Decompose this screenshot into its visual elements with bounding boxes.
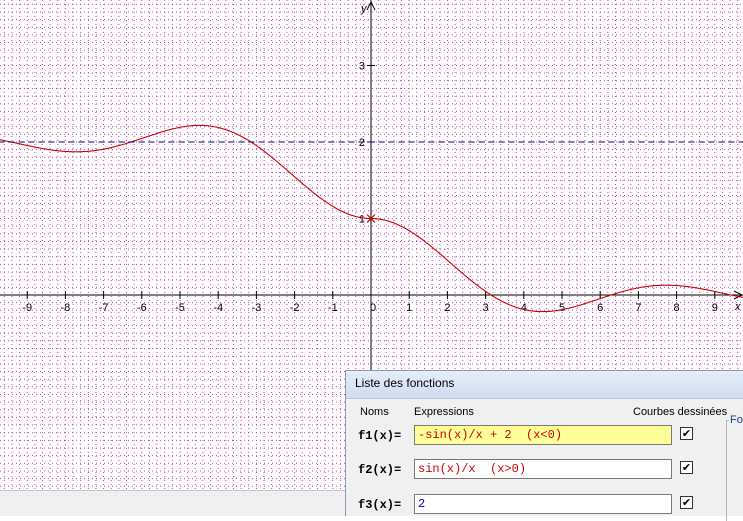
y-tick-label: 1 bbox=[359, 214, 365, 226]
x-tick-label: -2 bbox=[290, 302, 300, 314]
y-axis-label: y bbox=[360, 3, 368, 15]
x-tick-label: -7 bbox=[99, 302, 109, 314]
drawn-checkbox-f3[interactable]: ✔ bbox=[680, 496, 693, 509]
x-tick-label: -1 bbox=[328, 302, 338, 314]
column-header-names: Noms bbox=[360, 406, 389, 418]
column-header-drawn: Courbes dessinées bbox=[633, 406, 728, 418]
x-tick-label: 8 bbox=[674, 302, 680, 314]
window-title: Liste des fonctions bbox=[355, 376, 455, 390]
y-tick-label: 2 bbox=[359, 137, 365, 149]
curve-f1 bbox=[0, 124, 371, 220]
curve-f2 bbox=[371, 217, 743, 313]
window-title-bar[interactable]: Liste des fonctions bbox=[346, 371, 743, 399]
status-bar bbox=[0, 490, 345, 516]
x-tick-label: -5 bbox=[175, 302, 185, 314]
function-name-f3: f3(x)= bbox=[358, 498, 402, 512]
expression-input-f2[interactable]: sin(x)/x (x>0) bbox=[414, 459, 672, 479]
x-tick-label: 7 bbox=[635, 302, 641, 314]
column-header-expressions: Expressions bbox=[414, 406, 474, 418]
x-tick-label: -8 bbox=[61, 302, 71, 314]
options-groupbox bbox=[726, 420, 743, 521]
x-tick-label: 0 bbox=[370, 302, 376, 314]
x-tick-label: 5 bbox=[559, 302, 565, 314]
x-tick-label: 9 bbox=[712, 302, 718, 314]
function-list-window[interactable]: Liste des fonctions Noms Expressions Cou… bbox=[345, 370, 743, 521]
expression-input-f1[interactable]: -sin(x)/x + 2 (x<0) bbox=[414, 425, 672, 445]
drawn-checkbox-f1[interactable]: ✔ bbox=[680, 427, 693, 440]
x-tick-label: -3 bbox=[252, 302, 262, 314]
y-tick-label: 3 bbox=[359, 61, 365, 73]
x-tick-label: -9 bbox=[22, 302, 32, 314]
x-tick-label: 4 bbox=[521, 302, 527, 314]
function-name-f2: f2(x)= bbox=[358, 463, 402, 477]
x-tick-label: -6 bbox=[137, 302, 147, 314]
function-name-f1: f1(x)= bbox=[358, 429, 402, 443]
x-tick-label: 6 bbox=[597, 302, 603, 314]
x-tick-label: 2 bbox=[444, 302, 450, 314]
x-tick-label: -4 bbox=[213, 302, 223, 314]
x-tick-label: 1 bbox=[406, 302, 412, 314]
drawn-checkbox-f2[interactable]: ✔ bbox=[680, 461, 693, 474]
expression-input-f3[interactable]: 2 bbox=[414, 494, 672, 514]
x-axis-label: x bbox=[734, 301, 741, 313]
x-tick-label: 3 bbox=[483, 302, 489, 314]
groupbox-label: Fo bbox=[729, 414, 743, 426]
